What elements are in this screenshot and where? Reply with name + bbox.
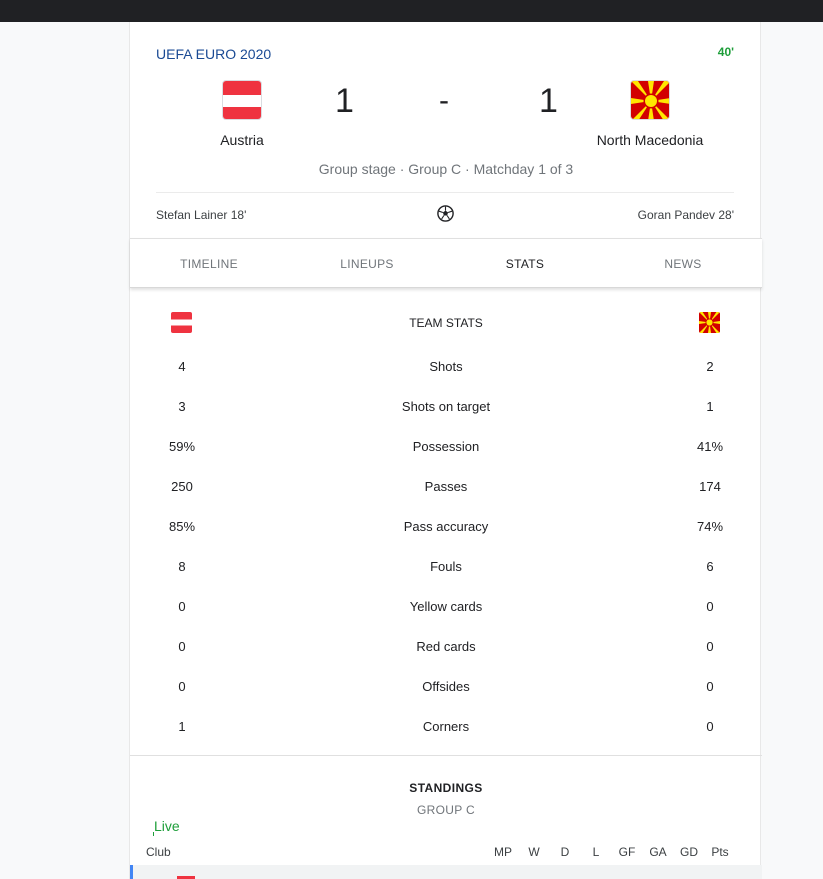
standings-col-d: D (560, 845, 570, 859)
score-separator: - (439, 84, 449, 117)
stat-away-value: 2 (706, 359, 714, 374)
stat-row-shots: 4 Shots 2 (130, 359, 762, 379)
stat-label: Yellow cards (409, 599, 483, 614)
match-stage-info: Group stage · Group C · Matchday 1 of 3 (318, 161, 574, 177)
stat-label: Offsides (422, 679, 470, 694)
standings-group: GROUP C (417, 803, 475, 817)
team-stats-title: TEAM STATS (409, 316, 483, 330)
stat-row-possession: 59% Possession 41% (130, 439, 762, 459)
home-team-name[interactable]: Austria (152, 132, 332, 148)
tab-news[interactable]: NEWS (623, 257, 743, 271)
stat-row-fouls: 8 Fouls 6 (130, 559, 762, 579)
stat-label: Possession (412, 439, 480, 454)
standings-col-gd: GD (680, 845, 698, 859)
stat-label: Fouls (430, 559, 462, 574)
table-row[interactable] (130, 865, 762, 879)
north-macedonia-flag-icon[interactable] (630, 80, 670, 120)
match-tabs: TIMELINE LINEUPS STATS NEWS (130, 238, 762, 288)
standings-col-ga: GA (649, 845, 667, 859)
header-divider (156, 192, 734, 193)
match-minute: 40' (717, 45, 734, 59)
home-score: 1 (335, 82, 354, 120)
stat-label: Shots on target (401, 399, 491, 414)
standings-title: STANDINGS (409, 781, 483, 795)
competition-link[interactable]: UEFA EURO 2020 (156, 46, 271, 62)
away-goal-scorer: Goran Pandev 28' (637, 208, 734, 222)
austria-flag-icon[interactable] (222, 80, 262, 120)
away-team-name[interactable]: North Macedonia (560, 132, 740, 148)
stat-label: Shots (429, 359, 463, 374)
soccer-ball-icon (437, 205, 454, 222)
stat-away-value: 74% (696, 519, 724, 534)
north-macedonia-flag-icon (699, 312, 720, 333)
standings-col-club: Club (146, 845, 171, 859)
live-label: Live (154, 818, 180, 834)
stat-row-passes: 250 Passes 174 (130, 479, 762, 499)
stats-divider (130, 755, 762, 756)
stat-row-pass-accuracy: 85% Pass accuracy 74% (130, 519, 762, 539)
home-goal-scorer: Stefan Lainer 18' (156, 208, 247, 222)
stat-away-value: 0 (706, 719, 714, 734)
stat-label: Pass accuracy (403, 519, 489, 534)
stat-label: Passes (424, 479, 468, 494)
standings-col-pts: Pts (711, 845, 729, 859)
stat-away-value: 6 (706, 559, 714, 574)
tab-lineups[interactable]: LINEUPS (307, 257, 427, 271)
stat-away-value: 0 (706, 639, 714, 654)
stat-row-red-cards: 0 Red cards 0 (130, 639, 762, 659)
standings-col-w: W (528, 845, 540, 859)
tab-timeline[interactable]: TIMELINE (149, 257, 269, 271)
stat-away-value: 41% (696, 439, 724, 454)
standings-col-mp: MP (494, 845, 512, 859)
tab-stats[interactable]: STATS (465, 257, 585, 271)
stat-away-value: 0 (706, 599, 714, 614)
stat-away-value: 1 (706, 399, 714, 414)
match-card: UEFA EURO 2020 40' Austria North Macedon… (129, 22, 762, 879)
away-score: 1 (539, 82, 558, 120)
stat-row-offsides: 0 Offsides 0 (130, 679, 762, 699)
live-indicator (153, 832, 154, 836)
standings-col-l: L (592, 845, 600, 859)
stat-label: Corners (422, 719, 470, 734)
stat-row-shots-on-target: 3 Shots on target 1 (130, 399, 762, 419)
stat-away-value: 174 (699, 479, 721, 494)
stat-label: Red cards (416, 639, 476, 654)
stat-away-value: 0 (706, 679, 714, 694)
stat-row-yellow-cards: 0 Yellow cards 0 (130, 599, 762, 619)
standings-col-gf: GF (618, 845, 636, 859)
browser-top-bar (0, 0, 823, 22)
stat-row-corners: 1 Corners 0 (130, 719, 762, 739)
